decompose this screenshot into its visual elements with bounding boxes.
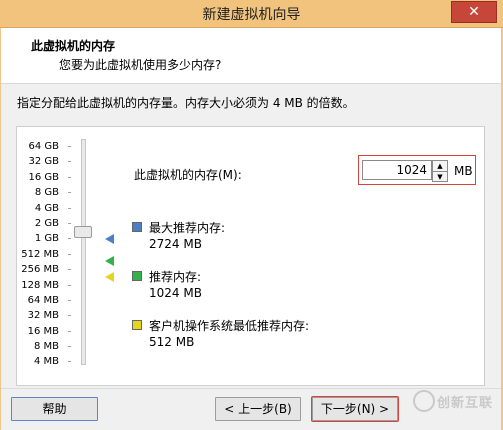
scale-label: 8 GB (34, 187, 59, 199)
scale-tick (68, 154, 71, 169)
legend-min-value: 512 MB (149, 335, 195, 349)
blue-square-icon (132, 222, 142, 232)
scale-label: 16 GB (28, 171, 59, 183)
scale-label: 2 GB (34, 217, 59, 229)
scale-tick (68, 278, 71, 293)
legend-min-label: 客户机操作系统最低推荐内存: (149, 319, 310, 333)
scale-tick (68, 324, 71, 339)
description-text: 指定分配给此虚拟机的内存量。内存大小必须为 4 MB 的倍数。 (17, 96, 355, 110)
page-subtitle: 您要为此虚拟机使用多少内存? (59, 58, 222, 72)
header: 此虚拟机的内存 您要为此虚拟机使用多少内存? (1, 28, 501, 84)
scale-label: 64 GB (28, 141, 59, 152)
scale-label: 4 GB (34, 202, 59, 214)
legend-recommended-value: 1024 MB (149, 286, 202, 300)
scale-labels: 64 GB 32 GB 16 GB 8 GB 4 GB 2 GB 1 GB 512 MB 256… (17, 139, 59, 370)
memory-slider-track[interactable] (81, 139, 86, 365)
scale-tick (68, 293, 71, 308)
scale-ticks (68, 139, 71, 370)
window-title: 新建虚拟机向导 (202, 7, 301, 23)
recommended-marker-icon (105, 256, 114, 266)
min-recommended-marker-icon (105, 272, 114, 282)
memory-input[interactable] (362, 160, 432, 180)
scale-label: 16 MB (27, 325, 59, 337)
memory-input-group: ▲ ▼ MB (358, 155, 476, 185)
scale-tick (68, 308, 71, 323)
memory-unit: MB (454, 164, 473, 178)
memory-panel: 64 GB 32 GB 16 GB 8 GB 4 GB 2 GB 1 GB 512 MB 256… (16, 126, 485, 386)
scale-label: 1 GB (34, 233, 59, 245)
max-recommended-marker-icon (105, 234, 114, 244)
help-button[interactable]: 帮助 (11, 397, 98, 421)
scale-label: 4 MB (33, 356, 59, 368)
scale-tick (68, 339, 71, 354)
scale-label: 32 MB (27, 310, 59, 322)
next-button[interactable]: 下一步(N) > (311, 396, 399, 422)
scale-tick (68, 262, 71, 277)
logo-icon (413, 390, 435, 412)
legend-max-label: 最大推荐内存: (149, 221, 226, 235)
scale-tick (68, 201, 71, 216)
scale-label: 32 GB (28, 156, 59, 168)
memory-slider-thumb[interactable] (74, 226, 92, 238)
legend-recommended-label: 推荐内存: (149, 270, 202, 284)
page-title: 此虚拟机的内存 (31, 39, 116, 53)
close-icon[interactable]: ✕ (451, 1, 497, 23)
scale-tick (68, 231, 71, 246)
scale-tick (68, 247, 71, 262)
yellow-square-icon (132, 320, 142, 330)
scale-label: 64 MB (27, 294, 59, 306)
title-bar: 新建虚拟机向导 ✕ (0, 0, 503, 28)
wizard-window: 此虚拟机的内存 您要为此虚拟机使用多少内存? 指定分配给此虚拟机的内存量。内存大… (1, 28, 501, 430)
spin-up-icon[interactable]: ▲ (433, 161, 447, 172)
scale-tick (68, 170, 71, 185)
memory-label: 此虚拟机的内存(M): (134, 168, 242, 182)
scale-label: 128 MB (21, 279, 59, 291)
back-button[interactable]: < 上一步(B) (215, 397, 301, 421)
scale-label: 512 MB (21, 248, 59, 260)
scale-label: 256 MB (21, 264, 59, 276)
legend-max-value: 2724 MB (149, 237, 202, 251)
spin-down-icon[interactable]: ▼ (433, 172, 447, 182)
scale-tick (68, 216, 71, 231)
memory-spinner[interactable]: ▲ ▼ (432, 160, 448, 182)
scale-tick (68, 139, 71, 154)
watermark-logo: 创新互联 (405, 372, 503, 430)
scale-tick (68, 354, 71, 369)
scale-tick (68, 185, 71, 200)
green-square-icon (132, 271, 142, 281)
watermark-text: 创新互联 (437, 396, 494, 411)
scale-label: 8 MB (33, 341, 59, 353)
